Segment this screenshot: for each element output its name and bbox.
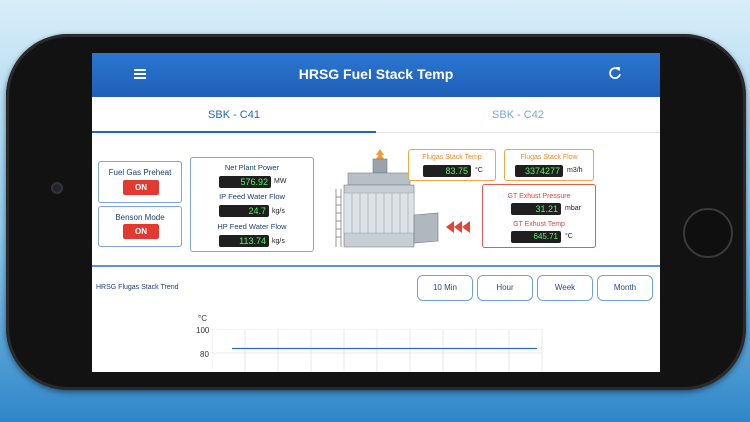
range-week-button[interactable]: Week xyxy=(537,275,593,301)
hp-feed-water-flow-label: HP Feed Water Flow xyxy=(217,222,287,231)
home-button[interactable] xyxy=(683,208,733,258)
net-plant-power-value: 576.92 xyxy=(219,176,271,188)
trend-chart xyxy=(212,329,543,372)
ip-feed-water-flow-unit: kg/s xyxy=(272,208,285,215)
page-title: HRSG Fuel Stack Temp xyxy=(298,66,454,82)
flugas-stack-flow-panel: Flugas Stack Flow 3374277 m3/h xyxy=(504,149,594,181)
ip-feed-water-flow-label: IP Feed Water Flow xyxy=(219,192,285,201)
hp-feed-water-flow-unit: kg/s xyxy=(272,238,285,245)
range-10-min-button[interactable]: 10 Min xyxy=(417,275,473,301)
gt-exhust-pressure-unit: mbar xyxy=(565,205,581,212)
net-plant-power-unit: MW xyxy=(274,178,287,185)
camera-icon xyxy=(51,182,63,194)
trend-title: HRSG Flugas Stack Trend xyxy=(96,284,179,291)
flugas-stack-flow-label: Flugas Stack Flow xyxy=(520,154,578,161)
y-axis-unit: °C xyxy=(198,314,207,323)
fuel-gas-preheat-label: Fuel Gas Preheat xyxy=(108,168,172,177)
benson-mode-panel: Benson Mode ON xyxy=(98,206,182,247)
tab-sbk-c42[interactable]: SBK - C42 xyxy=(376,97,660,133)
app-bar: HRSG Fuel Stack Temp xyxy=(92,53,660,97)
range-hour-button[interactable]: Hour xyxy=(477,275,533,301)
y-tick-100: 100 xyxy=(196,326,210,335)
tab-sbk-c41[interactable]: SBK - C41 xyxy=(92,97,376,133)
refresh-icon[interactable] xyxy=(608,66,622,80)
flugas-stack-flow-value: 3374277 xyxy=(515,165,563,177)
trend-divider xyxy=(92,265,660,267)
benson-mode-toggle[interactable]: ON xyxy=(123,224,159,239)
flugas-stack-temp-label: Flugas Stack Temp xyxy=(422,154,482,161)
flugas-stack-temp-value: 83.75 xyxy=(423,165,471,177)
fuel-gas-preheat-panel: Fuel Gas Preheat ON xyxy=(98,161,182,203)
range-month-button[interactable]: Month xyxy=(597,275,653,301)
hp-feed-water-flow-value: 113.74 xyxy=(219,235,269,247)
flugas-stack-flow-unit: m3/h xyxy=(567,167,583,174)
benson-mode-label: Benson Mode xyxy=(115,213,165,222)
plant-metrics-panel: Net Plant Power 576.92 MW IP Feed Water … xyxy=(190,157,314,252)
fuel-gas-preheat-toggle[interactable]: ON xyxy=(123,180,159,195)
gt-exhust-panel: GT Exhust Pressure 31.21 mbar GT Exhust … xyxy=(482,184,596,248)
gt-exhust-temp-label: GT Exhust Temp xyxy=(513,221,565,228)
flugas-stack-temp-unit: °C xyxy=(475,167,483,174)
app-screen: HRSG Fuel Stack Temp SBK - C41 SBK - C42… xyxy=(92,53,660,372)
ip-feed-water-flow-value: 24.7 xyxy=(219,205,269,217)
gt-exhust-temp-unit: °C xyxy=(565,233,573,240)
gt-exhust-pressure-label: GT Exhust Pressure xyxy=(507,193,571,200)
y-tick-80: 80 xyxy=(200,350,209,359)
tab-bar: SBK - C41 SBK - C42 xyxy=(92,97,660,133)
gt-exhust-temp-value: 645.71 xyxy=(511,231,561,243)
net-plant-power-label: Net Plant Power xyxy=(224,163,280,172)
flugas-stack-temp-panel: Flugas Stack Temp 83.75 °C xyxy=(408,149,496,181)
gt-exhust-pressure-value: 31.21 xyxy=(511,203,561,215)
